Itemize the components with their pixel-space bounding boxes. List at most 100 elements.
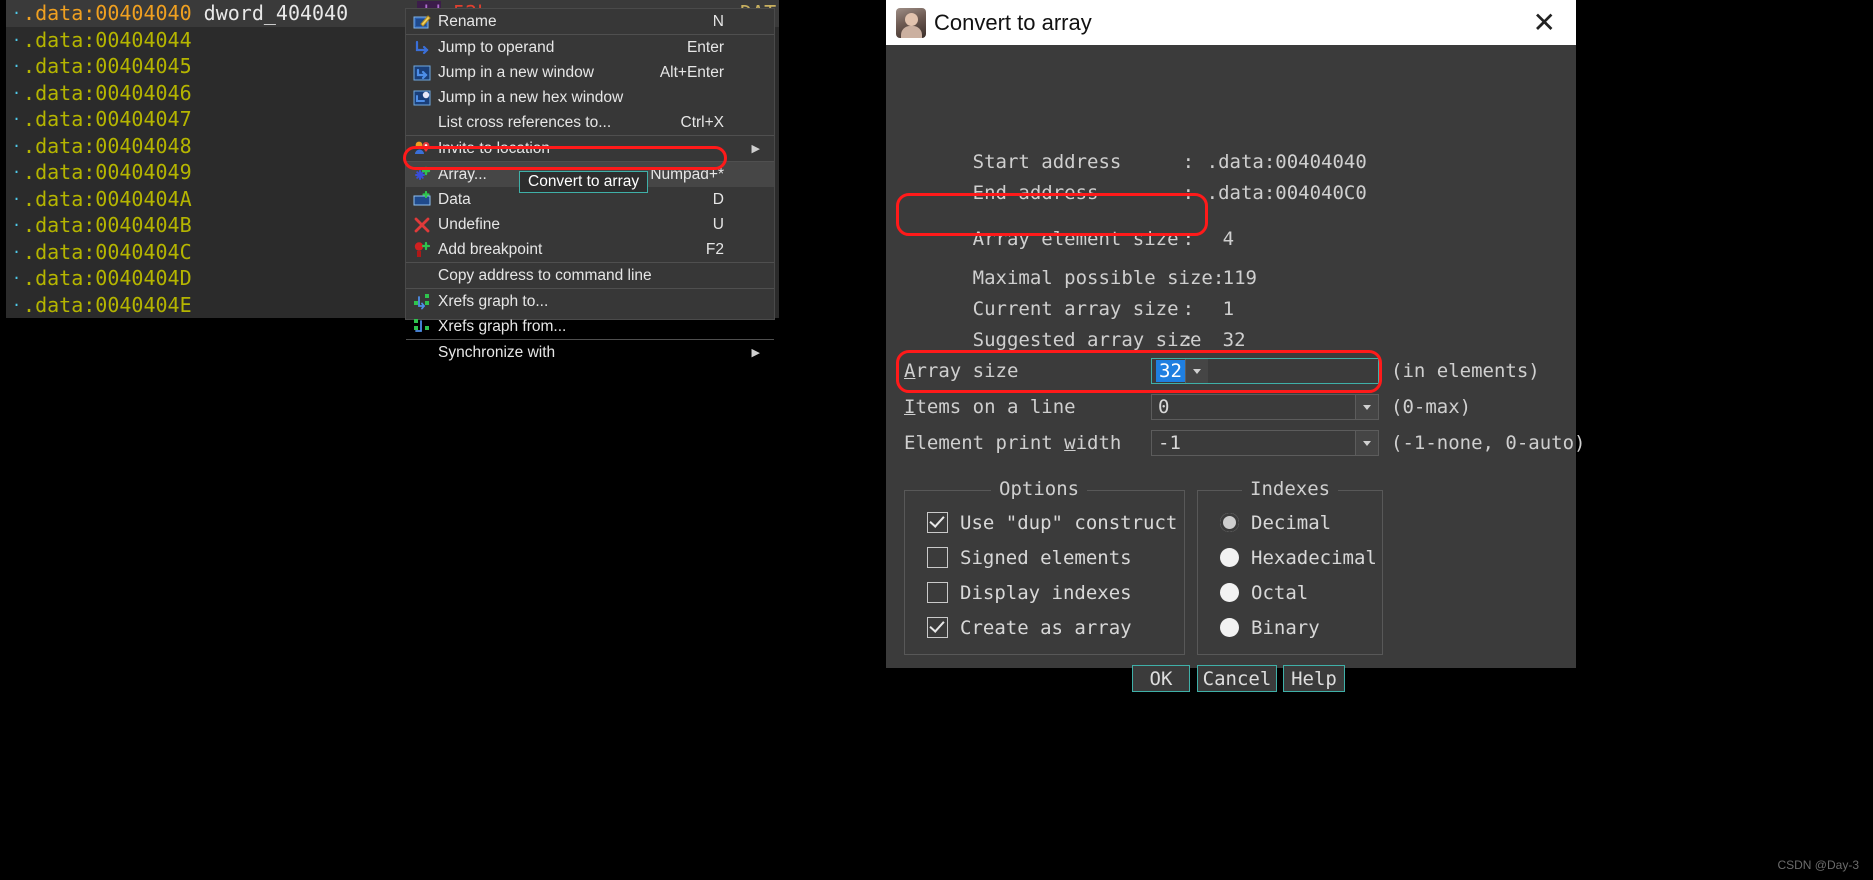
disassembly-address: .data:0040404D <box>23 266 192 290</box>
checkbox-use-dup-construct[interactable] <box>927 512 948 533</box>
menu-item-label: Add breakpoint <box>438 240 543 258</box>
disassembly-address: .data:0040404C <box>23 239 192 264</box>
ok-button[interactable]: OK <box>1132 665 1190 692</box>
element-print-width-value[interactable]: -1 <box>1152 432 1355 454</box>
disassembly-address: .data:0040404B <box>23 213 192 237</box>
index-label: Hexadecimal <box>1251 546 1377 569</box>
array-size-value[interactable]: 32 <box>1156 360 1185 382</box>
menu-item-shortcut: D <box>712 190 724 208</box>
items-on-a-line-label-text: tems on a line <box>915 396 1076 418</box>
checkbox-create-as-array[interactable] <box>927 617 948 638</box>
element-print-width-hint: (-1-none, 0-auto) <box>1391 432 1586 454</box>
menu-item-jump-to-operand[interactable]: Jump to operand Enter <box>406 34 774 60</box>
menu-item-shortcut: Ctrl+X <box>680 113 725 131</box>
menu-item-label: Jump in a new hex window <box>438 88 624 106</box>
items-on-a-line-value[interactable]: 0 <box>1152 396 1355 418</box>
chevron-down-icon[interactable] <box>1355 431 1378 455</box>
disassembly-symbol: dword_404040 <box>191 1 349 25</box>
index-decimal[interactable]: Decimal <box>1198 505 1382 540</box>
options-group: Options Use "dup" construct Signed eleme… <box>904 478 1185 655</box>
disassembly-address: .data:00404046 <box>23 80 192 105</box>
menu-item-label: Data <box>438 190 471 208</box>
option-label: Signed elements <box>960 546 1132 569</box>
watermark: CSDN @Day-3 <box>1777 858 1859 872</box>
index-hexadecimal[interactable]: Hexadecimal <box>1198 540 1382 575</box>
element-print-width-input[interactable]: -1 <box>1151 430 1379 456</box>
menu-item-label: Jump to operand <box>438 38 555 56</box>
menu-item-shortcut: Alt+Enter <box>659 63 724 81</box>
array-icon <box>410 165 434 185</box>
menu-item-xrefs-graph-from[interactable]: Xrefs graph from... <box>406 314 774 339</box>
info-value-text: .data:004040C0 <box>1206 182 1367 204</box>
element-print-width-label-text: Element print width <box>904 432 1121 454</box>
cancel-button[interactable]: Cancel <box>1197 665 1277 692</box>
menu-item-copy-address-to-command-line[interactable]: Copy address to command line <box>406 262 774 288</box>
line-marker-icon: · <box>12 110 22 128</box>
disassembly-address: .data:0040404E <box>23 292 192 317</box>
no-icon <box>410 113 434 133</box>
menu-item-add-breakpoint[interactable]: Add breakpoint F2 <box>406 237 774 262</box>
chevron-down-icon[interactable] <box>1355 395 1378 419</box>
add-breakpoint-icon <box>410 240 434 260</box>
jump-window-icon <box>410 63 434 83</box>
checkbox-display-indexes[interactable] <box>927 582 948 603</box>
disassembly-address: .data:00404044 <box>23 27 192 52</box>
checkbox-signed-elements[interactable] <box>927 547 948 568</box>
disassembly-address: .data:00404040 <box>23 1 192 25</box>
menu-item-jump-in-a-new-hex-window[interactable]: Jump in a new hex window <box>406 85 774 110</box>
options-group-title: Options <box>991 478 1088 500</box>
radio-binary[interactable] <box>1220 618 1239 637</box>
menu-item-xrefs-graph-to[interactable]: Xrefs graph to... <box>406 288 774 314</box>
menu-item-label: List cross references to... <box>438 113 612 131</box>
index-label: Decimal <box>1251 511 1332 534</box>
menu-item-label: Rename <box>438 12 497 30</box>
help-button[interactable]: Help <box>1283 665 1345 692</box>
line-marker-icon: · <box>12 30 22 49</box>
dialog-title: Convert to array <box>934 9 1092 35</box>
radio-decimal[interactable] <box>1220 513 1239 532</box>
menu-item-undefine[interactable]: Undefine U <box>406 212 774 237</box>
line-marker-icon: · <box>12 83 22 102</box>
items-on-a-line-input[interactable]: 0 <box>1151 394 1379 420</box>
disassembly-address: .data:00404048 <box>23 133 192 158</box>
indexes-group-title: Indexes <box>1242 478 1339 500</box>
data-icon <box>410 190 434 210</box>
menu-item-shortcut: F2 <box>705 240 724 258</box>
menu-item-synchronize-with[interactable]: Synchronize with ▶ <box>406 339 774 365</box>
undefine-icon <box>410 215 434 235</box>
dialog-title-bar: Convert to array ✕ <box>886 0 1576 45</box>
option-signed-elements[interactable]: Signed elements <box>905 540 1184 575</box>
option-display-indexes[interactable]: Display indexes <box>905 575 1184 610</box>
index-binary[interactable]: Binary <box>1198 610 1382 645</box>
disassembly-address: .data:0040404A <box>23 186 192 211</box>
chevron-down-icon[interactable] <box>1184 359 1208 383</box>
option-label: Use "dup" construct <box>960 511 1178 534</box>
convert-to-array-dialog[interactable]: Convert to array ✕ Start address : .data… <box>886 0 1585 692</box>
index-octal[interactable]: Octal <box>1198 575 1382 610</box>
menu-item-shortcut: N <box>712 12 724 30</box>
option-use-dup-construct[interactable]: Use "dup" construct <box>905 505 1184 540</box>
disassembly-address: .data:00404045 <box>23 54 192 78</box>
no-icon <box>410 266 434 286</box>
radio-octal[interactable] <box>1220 583 1239 602</box>
menu-item-rename[interactable]: Rename N <box>406 9 774 34</box>
menu-item-shortcut: Numpad+* <box>650 165 724 183</box>
context-menu[interactable]: Rename N Jump to operand Enter Jump in a new… <box>405 8 775 361</box>
menu-item-label: Xrefs graph from... <box>438 317 567 335</box>
line-marker-icon: · <box>12 269 22 287</box>
menu-item-list-cross-references-to[interactable]: List cross references to... Ctrl+X <box>406 110 774 135</box>
radio-hexadecimal[interactable] <box>1220 548 1239 567</box>
option-label: Display indexes <box>960 581 1132 604</box>
close-icon[interactable]: ✕ <box>1523 8 1566 37</box>
array-size-label-text: rray size <box>915 360 1019 382</box>
indexes-group: Indexes Decimal Hexadecimal Octal Binary <box>1197 478 1383 655</box>
line-marker-icon: · <box>12 57 22 75</box>
element-print-width-label: Element print width <box>904 432 1121 454</box>
menu-item-invite-to-location[interactable]: Invite to location ▶ <box>406 135 774 161</box>
menu-item-label: Copy address to command line <box>438 266 652 284</box>
option-create-as-array[interactable]: Create as array <box>905 610 1184 645</box>
array-size-input[interactable]: 32 <box>1151 358 1379 384</box>
line-marker-icon: · <box>12 4 22 22</box>
menu-item-shortcut: Enter <box>686 38 724 56</box>
menu-item-jump-in-a-new-window[interactable]: Jump in a new window Alt+Enter <box>406 60 774 85</box>
